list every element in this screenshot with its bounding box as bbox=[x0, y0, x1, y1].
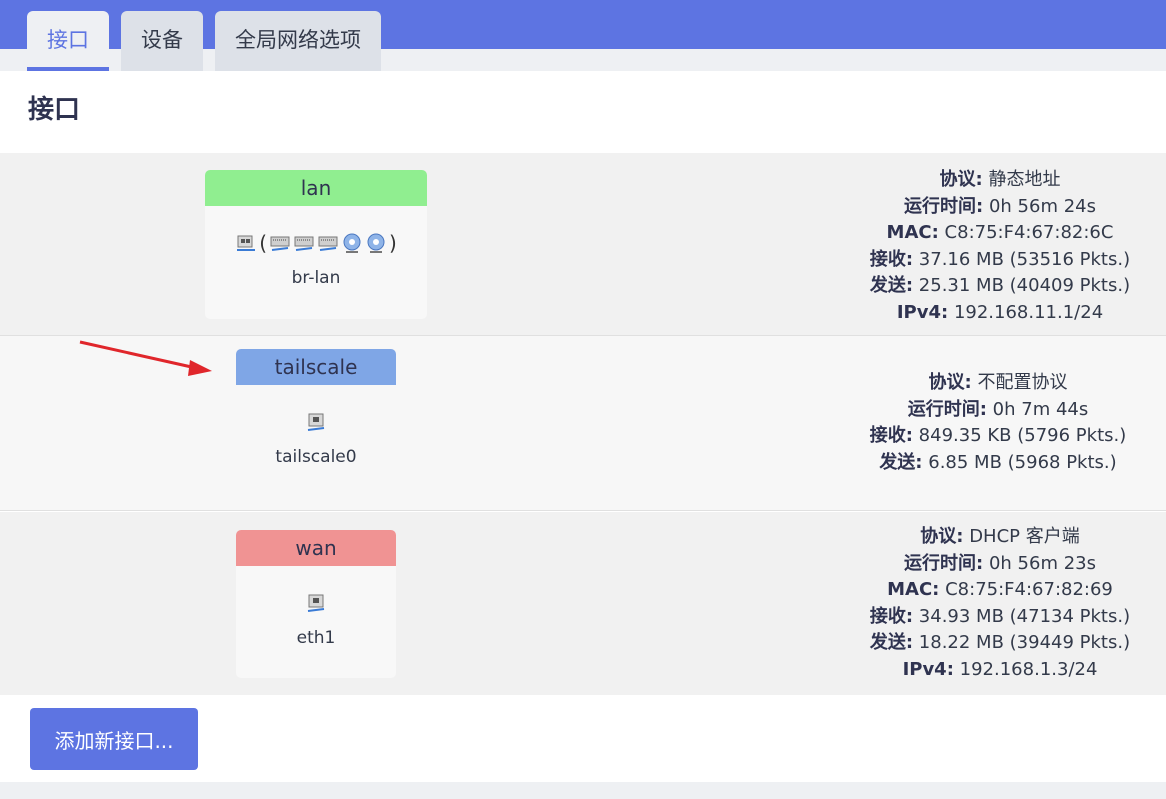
ipv4-value: 192.168.11.1/24 bbox=[953, 301, 1104, 323]
tx-label: 发送: bbox=[869, 632, 914, 653]
device-icons bbox=[236, 407, 396, 437]
uptime-label: 运行时间: bbox=[904, 195, 984, 217]
tab-global-network-options[interactable]: 全局网络选项 bbox=[215, 11, 381, 71]
tx-label: 发送: bbox=[879, 451, 923, 473]
uptime-label: 运行时间: bbox=[907, 398, 987, 420]
wireless-icon bbox=[343, 233, 361, 253]
rx-value: 37.16 MB (53516 Pkts.) bbox=[918, 248, 1131, 270]
open-paren: ( bbox=[259, 231, 267, 255]
tab-devices[interactable]: 设备 bbox=[121, 11, 203, 71]
device-icons bbox=[236, 588, 396, 618]
ethernet-port-icon bbox=[270, 236, 290, 251]
interface-row-wan: wan eth1 协议: DHCP 客户端 运行时间: 0h 56m 23s M… bbox=[0, 512, 1166, 695]
interface-card-wan[interactable]: wan eth1 bbox=[236, 530, 396, 678]
mac-label: MAC: bbox=[886, 222, 939, 243]
interface-name-wan: wan bbox=[236, 530, 396, 566]
tx-value: 25.31 MB (40409 Pkts.) bbox=[918, 275, 1131, 296]
protocol-label: 协议: bbox=[920, 526, 964, 547]
protocol-label: 协议: bbox=[939, 169, 983, 190]
tx-value: 6.85 MB (5968 Pkts.) bbox=[928, 451, 1117, 473]
tx-value: 18.22 MB (39449 Pkts.) bbox=[918, 632, 1131, 653]
protocol-value: DHCP 客户端 bbox=[969, 526, 1080, 547]
interface-name-tailscale: tailscale bbox=[236, 349, 396, 385]
interface-card-lan[interactable]: lan () br-lan bbox=[205, 170, 427, 319]
ethernet-icon bbox=[307, 413, 325, 431]
rx-label: 接收: bbox=[869, 605, 914, 627]
mac-value: C8:75:F4:67:82:69 bbox=[945, 579, 1113, 600]
ipv4-label: IPv4: bbox=[896, 301, 949, 323]
ethernet-icon bbox=[307, 594, 325, 612]
device-name: eth1 bbox=[296, 628, 336, 648]
close-paren: ) bbox=[389, 231, 397, 255]
tab-interfaces[interactable]: 接口 bbox=[27, 11, 109, 71]
wireless-icon bbox=[367, 233, 385, 253]
ethernet-port-icon bbox=[294, 236, 314, 251]
page-title: 接口 bbox=[28, 95, 81, 125]
bridge-icon bbox=[237, 235, 256, 251]
device-name: tailscale0 bbox=[275, 447, 357, 467]
interface-name-lan: lan bbox=[205, 170, 427, 206]
interfaces-panel: 接口 lan () br-lan 协议: 静态地址 运行时间: 0h 56m … bbox=[0, 71, 1166, 782]
ethernet-port-icon bbox=[318, 236, 338, 251]
rx-value: 34.93 MB (47134 Pkts.) bbox=[918, 605, 1131, 627]
tx-label: 发送: bbox=[869, 275, 914, 296]
uptime-value: 0h 56m 24s bbox=[988, 195, 1096, 217]
rx-label: 接收: bbox=[869, 425, 913, 446]
rx-label: 接收: bbox=[869, 248, 914, 270]
uptime-label: 运行时间: bbox=[904, 552, 984, 574]
mac-label: MAC: bbox=[887, 579, 940, 600]
add-new-interface-button[interactable]: 添加新接口... bbox=[30, 708, 198, 770]
uptime-value: 0h 7m 44s bbox=[992, 398, 1089, 420]
device-name: br-lan bbox=[291, 268, 341, 288]
interface-row-lan: lan () br-lan 协议: 静态地址 运行时间: 0h 56m 24s… bbox=[0, 153, 1166, 336]
interface-row-tailscale: tailscale tailscale0 协议: 不配置协议 运行时间: 0h … bbox=[0, 336, 1166, 511]
mac-value: C8:75:F4:67:82:6C bbox=[944, 222, 1114, 243]
interface-status-lan: 协议: 静态地址 运行时间: 0h 56m 24s MAC: C8:75:F4:… bbox=[800, 167, 1166, 326]
protocol-value: 不配置协议 bbox=[977, 372, 1068, 393]
interface-card-tailscale[interactable]: tailscale tailscale0 bbox=[236, 349, 396, 489]
ipv4-label: IPv4: bbox=[902, 658, 954, 680]
protocol-value: 静态地址 bbox=[988, 169, 1061, 190]
uptime-value: 0h 56m 23s bbox=[988, 552, 1096, 574]
ipv4-value: 192.168.1.3/24 bbox=[959, 658, 1098, 680]
interface-status-wan: 协议: DHCP 客户端 运行时间: 0h 56m 23s MAC: C8:75… bbox=[800, 524, 1166, 683]
tab-bar: 接口 设备 全局网络选项 bbox=[27, 11, 381, 71]
interface-status-tailscale: 协议: 不配置协议 运行时间: 0h 7m 44s 接收: 849.35 KB … bbox=[798, 370, 1166, 476]
rx-value: 849.35 KB (5796 Pkts.) bbox=[918, 425, 1127, 446]
device-icons: () bbox=[205, 228, 427, 258]
protocol-label: 协议: bbox=[928, 372, 972, 393]
